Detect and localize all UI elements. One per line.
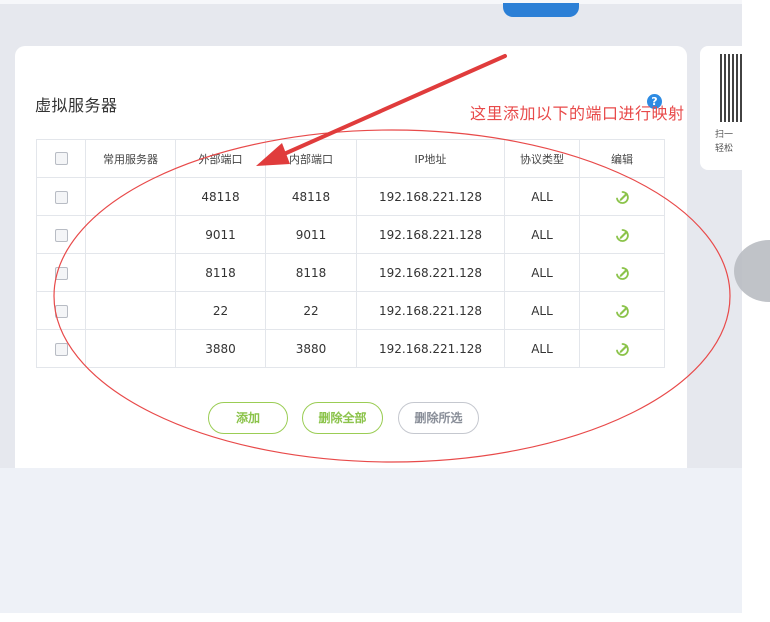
row-protocol: ALL xyxy=(504,215,580,254)
header-edit: 编辑 xyxy=(579,139,665,178)
row-checkbox[interactable] xyxy=(54,190,68,204)
row-protocol: ALL xyxy=(504,329,580,368)
row-external-port: 22 xyxy=(175,291,266,330)
row-external-port: 3880 xyxy=(175,329,266,368)
row-internal-port: 48118 xyxy=(265,177,357,216)
row-checkbox[interactable] xyxy=(54,304,68,318)
top-bar xyxy=(0,0,742,4)
row-ip-address: 192.168.221.128 xyxy=(356,291,505,330)
top-action-pill[interactable] xyxy=(503,3,579,17)
header-protocol: 协议类型 xyxy=(504,139,580,178)
row-edit-cell xyxy=(579,177,665,216)
row-external-port: 48118 xyxy=(175,177,266,216)
row-common-server xyxy=(85,253,176,292)
row-internal-port: 22 xyxy=(265,291,357,330)
row-ip-address: 192.168.221.128 xyxy=(356,253,505,292)
page-footer-area xyxy=(0,468,742,613)
edit-pencil-icon[interactable] xyxy=(614,189,630,205)
row-edit-cell xyxy=(579,329,665,368)
table-header-row: 常用服务器 外部端口 内部端口 IP地址 协议类型 编辑 xyxy=(36,139,665,178)
add-button[interactable]: 添加 xyxy=(208,402,288,434)
row-common-server xyxy=(85,329,176,368)
header-external-port: 外部端口 xyxy=(175,139,266,178)
row-edit-cell xyxy=(579,291,665,330)
row-checkbox[interactable] xyxy=(54,266,68,280)
qr-caption-line-2: 轻松 xyxy=(715,144,734,154)
edit-pencil-icon[interactable] xyxy=(614,303,630,319)
row-internal-port: 3880 xyxy=(265,329,357,368)
edit-pencil-icon[interactable] xyxy=(614,227,630,243)
row-common-server xyxy=(85,177,176,216)
qr-caption-line-1: 扫一 xyxy=(715,130,734,140)
row-checkbox[interactable] xyxy=(54,228,68,242)
row-ip-address: 192.168.221.128 xyxy=(356,215,505,254)
qr-code-icon xyxy=(720,54,742,122)
row-select-cell xyxy=(36,177,86,216)
row-ip-address: 192.168.221.128 xyxy=(356,177,505,216)
header-ip-address: IP地址 xyxy=(356,139,505,178)
row-external-port: 8118 xyxy=(175,253,266,292)
edit-pencil-icon[interactable] xyxy=(614,341,630,357)
row-internal-port: 9011 xyxy=(265,215,357,254)
delete-all-button[interactable]: 删除全部 xyxy=(302,402,383,434)
virtual-server-table: 常用服务器 外部端口 内部端口 IP地址 协议类型 编辑 48118 48118… xyxy=(36,139,665,368)
row-checkbox[interactable] xyxy=(54,342,68,356)
annotation-text: 这里添加以下的端口进行映射 xyxy=(470,104,685,123)
header-common-server: 常用服务器 xyxy=(85,139,176,178)
row-select-cell xyxy=(36,253,86,292)
screenshot-stage: 虚拟服务器 ? 常用服务器 外部端口 内部端口 IP地址 协议类型 编辑 481… xyxy=(0,0,770,622)
row-internal-port: 8118 xyxy=(265,253,357,292)
row-external-port: 9011 xyxy=(175,215,266,254)
table-row: 9011 9011 192.168.221.128 ALL xyxy=(36,215,665,254)
qr-caption: 扫一 轻松 xyxy=(715,128,733,156)
row-common-server xyxy=(85,291,176,330)
header-internal-port: 内部端口 xyxy=(265,139,357,178)
select-all-checkbox[interactable] xyxy=(54,152,68,166)
row-protocol: ALL xyxy=(504,291,580,330)
row-protocol: ALL xyxy=(504,253,580,292)
row-edit-cell xyxy=(579,253,665,292)
page-title: 虚拟服务器 xyxy=(35,96,118,115)
header-select-all[interactable] xyxy=(36,139,86,178)
right-edge xyxy=(742,0,770,622)
row-protocol: ALL xyxy=(504,177,580,216)
table-row: 8118 8118 192.168.221.128 ALL xyxy=(36,253,665,292)
table-row: 22 22 192.168.221.128 ALL xyxy=(36,291,665,330)
row-ip-address: 192.168.221.128 xyxy=(356,329,505,368)
row-select-cell xyxy=(36,215,86,254)
delete-selected-button[interactable]: 删除所选 xyxy=(398,402,479,434)
qr-card: 扫一 轻松 xyxy=(700,46,742,170)
edit-pencil-icon[interactable] xyxy=(614,265,630,281)
row-edit-cell xyxy=(579,215,665,254)
row-select-cell xyxy=(36,329,86,368)
row-select-cell xyxy=(36,291,86,330)
row-common-server xyxy=(85,215,176,254)
table-row: 3880 3880 192.168.221.128 ALL xyxy=(36,329,665,368)
table-row: 48118 48118 192.168.221.128 ALL xyxy=(36,177,665,216)
